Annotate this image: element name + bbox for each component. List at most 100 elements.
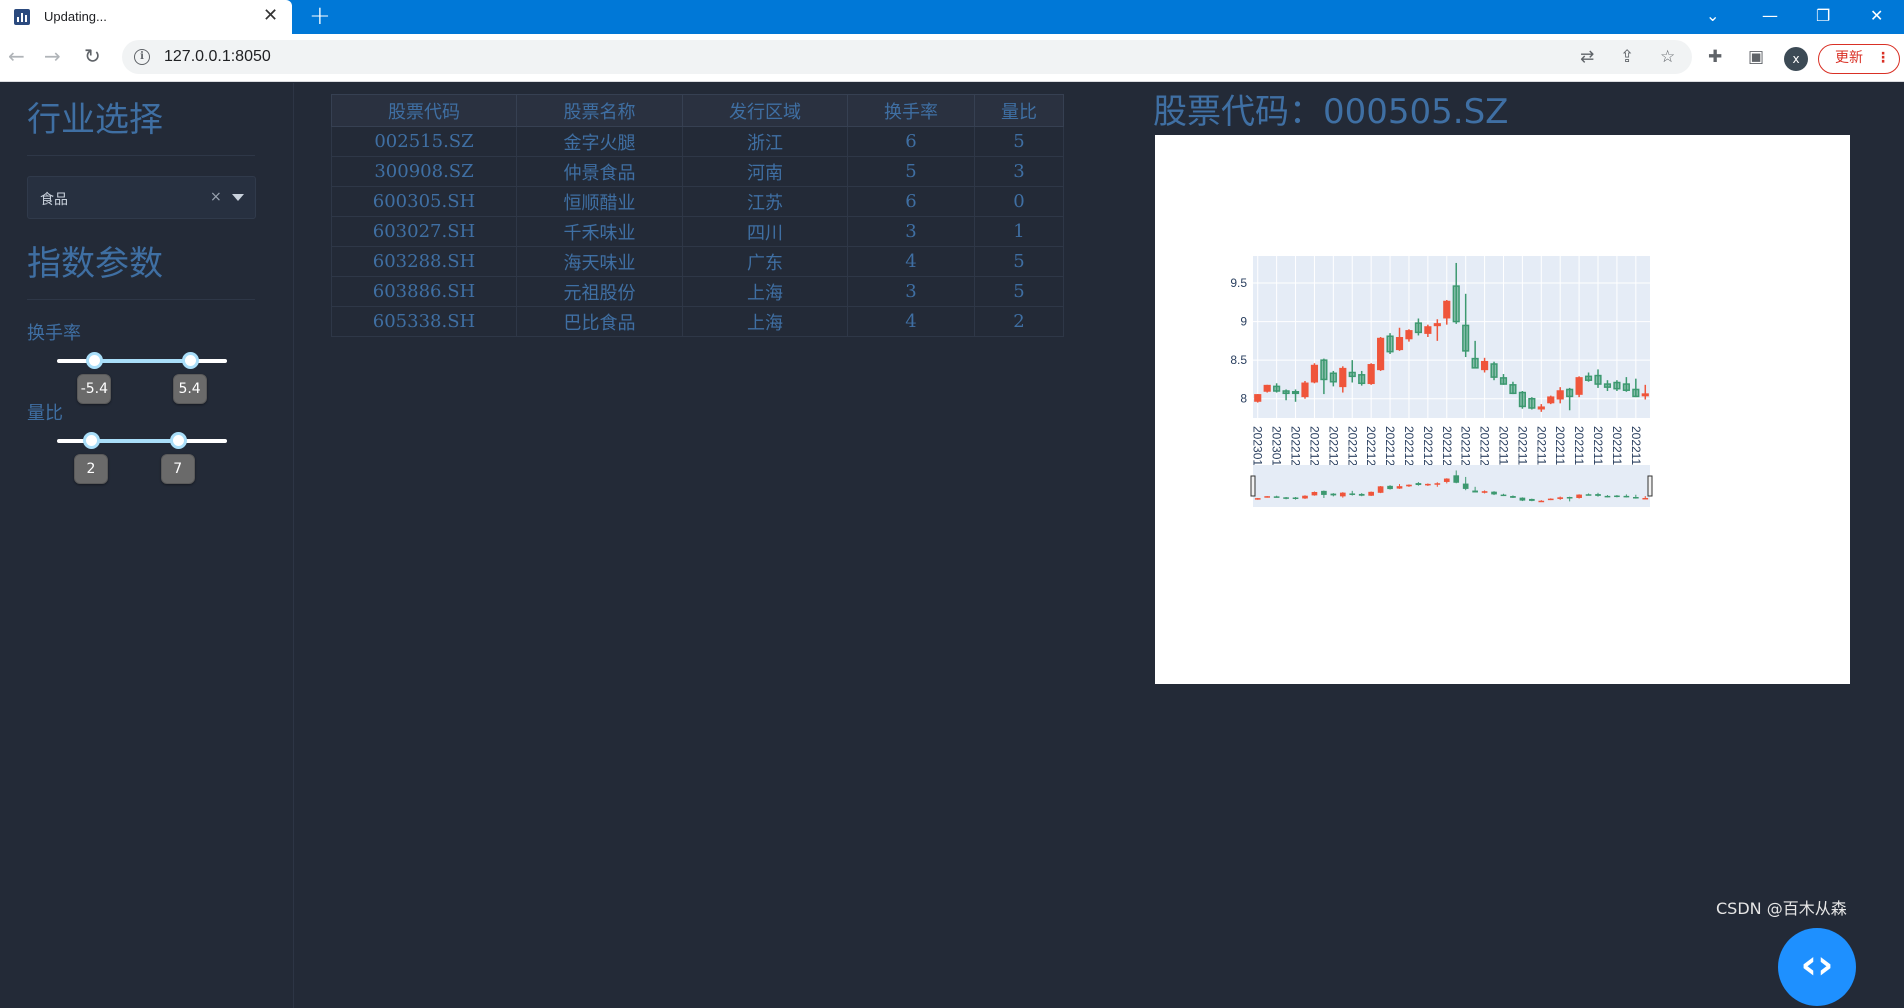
- translate-icon[interactable]: ⇄: [1580, 47, 1594, 67]
- mini-candle-body: [1349, 493, 1356, 495]
- tab-close-icon[interactable]: ✕: [263, 7, 278, 25]
- candle-body[interactable]: [1254, 394, 1262, 402]
- clear-icon[interactable]: ×: [210, 189, 222, 205]
- forward-icon[interactable]: →: [44, 46, 61, 66]
- extensions-icon[interactable]: ✚: [1708, 47, 1722, 67]
- candle-body[interactable]: [1452, 285, 1460, 323]
- column-header[interactable]: 换手率: [847, 94, 975, 127]
- candle-body[interactable]: [1273, 385, 1281, 392]
- turnover-slider[interactable]: -5.4 5.4: [57, 352, 227, 404]
- table-row[interactable]: 300908.SZ 仲景食品 河南 5 3: [331, 156, 1064, 187]
- close-window-icon[interactable]: ✕: [1870, 6, 1883, 25]
- bookmark-star-icon[interactable]: ☆: [1660, 47, 1675, 67]
- candle-body[interactable]: [1480, 360, 1489, 371]
- mini-candle-body: [1519, 497, 1526, 501]
- candle-body[interactable]: [1518, 391, 1526, 408]
- slider-handle-min[interactable]: [83, 432, 100, 449]
- candle-body[interactable]: [1462, 324, 1470, 352]
- candle-body[interactable]: [1424, 326, 1432, 334]
- column-header[interactable]: 股票代码: [331, 94, 517, 127]
- candle-body[interactable]: [1405, 330, 1413, 340]
- candle-body[interactable]: [1282, 390, 1290, 395]
- candle-body[interactable]: [1622, 383, 1630, 391]
- update-button[interactable]: 更新 ⋮: [1818, 44, 1900, 74]
- range-handle-left[interactable]: [1250, 475, 1256, 497]
- candle-body[interactable]: [1301, 382, 1309, 398]
- tab-search-icon[interactable]: ⌄: [1706, 6, 1719, 25]
- chart-svg[interactable]: 20230106 20230104 20221230 20221228 20221226…: [1155, 135, 1850, 684]
- csdn-watermark: CSDN @百木从森: [1716, 899, 1847, 918]
- candle-body[interactable]: [1443, 300, 1451, 319]
- candle-body[interactable]: [1613, 381, 1621, 390]
- candle-body[interactable]: [1367, 364, 1375, 385]
- candle-body[interactable]: [1603, 383, 1612, 388]
- candle-body[interactable]: [1348, 371, 1356, 378]
- volume-ratio-slider[interactable]: 2 7: [57, 432, 227, 484]
- table-cell: 002515.SZ: [331, 126, 517, 157]
- slider-handle-max[interactable]: [169, 432, 187, 449]
- candle-body[interactable]: [1358, 374, 1366, 385]
- reload-icon[interactable]: ↻: [84, 46, 101, 66]
- candle-body[interactable]: [1537, 406, 1545, 410]
- slider-handle-max[interactable]: [181, 352, 199, 369]
- candle-body[interactable]: [1641, 393, 1649, 397]
- back-icon[interactable]: ←: [8, 46, 25, 66]
- minimize-icon[interactable]: —: [1762, 6, 1778, 25]
- table-row[interactable]: 002515.SZ 金字火腿 浙江 6 5: [331, 126, 1064, 157]
- candle-body[interactable]: [1566, 388, 1574, 398]
- candle-body[interactable]: [1499, 377, 1508, 385]
- table-cell: 元祖股份: [516, 276, 683, 307]
- table-row[interactable]: 603027.SH 千禾味业 四川 3 1: [331, 216, 1064, 247]
- candle-body[interactable]: [1395, 337, 1404, 351]
- mini-candle-body: [1321, 490, 1327, 495]
- site-info-icon[interactable]: i: [134, 49, 150, 65]
- restore-icon[interactable]: ❐: [1816, 6, 1830, 25]
- slider-handle-min[interactable]: [86, 352, 104, 369]
- candle-body[interactable]: [1471, 357, 1479, 369]
- chevron-down-icon[interactable]: [232, 194, 244, 201]
- stock-table: 股票代码 股票名称 发行区域 换手率 量比 002515.SZ 金字火腿 浙江 6 5 3…: [331, 94, 1064, 337]
- candle-body[interactable]: [1584, 375, 1593, 381]
- side-panel-icon[interactable]: ▣: [1748, 47, 1764, 67]
- candle-body[interactable]: [1414, 322, 1423, 334]
- column-header[interactable]: 量比: [974, 94, 1064, 127]
- table-row[interactable]: 605338.SH 巴比食品 上海 4 2: [331, 306, 1064, 337]
- candle-body[interactable]: [1329, 372, 1337, 383]
- share-icon[interactable]: ⇪: [1620, 47, 1634, 67]
- column-header[interactable]: 发行区域: [682, 94, 848, 127]
- candle-body[interactable]: [1386, 335, 1394, 353]
- candle-body[interactable]: [1433, 323, 1441, 327]
- candle-body[interactable]: [1509, 384, 1517, 395]
- candle-body[interactable]: [1575, 377, 1583, 395]
- candle-body[interactable]: [1291, 391, 1300, 395]
- profile-avatar[interactable]: x: [1784, 47, 1808, 71]
- range-handle-right[interactable]: [1647, 475, 1653, 497]
- mini-candle-body: [1283, 497, 1289, 499]
- table-row[interactable]: 603288.SH 海天味业 广东 4 5: [331, 246, 1064, 277]
- candle-body[interactable]: [1490, 363, 1498, 378]
- chart-favicon-icon: [14, 9, 30, 25]
- candlestick-chart[interactable]: 20230106 20230104 20221230 20221228 20221226…: [1155, 135, 1850, 684]
- table-row[interactable]: 603886.SH 元祖股份 上海 3 5: [331, 276, 1064, 307]
- table-row[interactable]: 600305.SH 恒顺醋业 江苏 6 0: [331, 186, 1064, 217]
- range-slider-background[interactable]: [1253, 465, 1650, 507]
- candle-body[interactable]: [1339, 367, 1347, 388]
- industry-dropdown[interactable]: 食品 ×: [27, 176, 256, 219]
- candle-body[interactable]: [1320, 359, 1328, 381]
- candle-body[interactable]: [1528, 397, 1536, 409]
- mini-candle-body: [1472, 490, 1478, 493]
- candle-body[interactable]: [1556, 390, 1564, 400]
- candle-body[interactable]: [1377, 337, 1385, 371]
- mini-candle-body: [1273, 496, 1280, 498]
- column-header[interactable]: 股票名称: [516, 94, 683, 127]
- candle-body[interactable]: [1310, 364, 1319, 383]
- candle-body[interactable]: [1263, 384, 1271, 392]
- new-tab-icon[interactable]: +: [309, 3, 331, 29]
- address-bar[interactable]: i 127.0.0.1:8050 ⇄ ⇪ ☆: [122, 40, 1692, 74]
- candle-body[interactable]: [1547, 396, 1555, 404]
- candle-body[interactable]: [1594, 374, 1602, 385]
- browser-tab[interactable]: Updating... ✕: [0, 0, 292, 34]
- candle-body[interactable]: [1632, 388, 1640, 398]
- dev-tools-button[interactable]: ‹›: [1778, 928, 1856, 1006]
- table-cell: 603288.SH: [331, 246, 517, 277]
